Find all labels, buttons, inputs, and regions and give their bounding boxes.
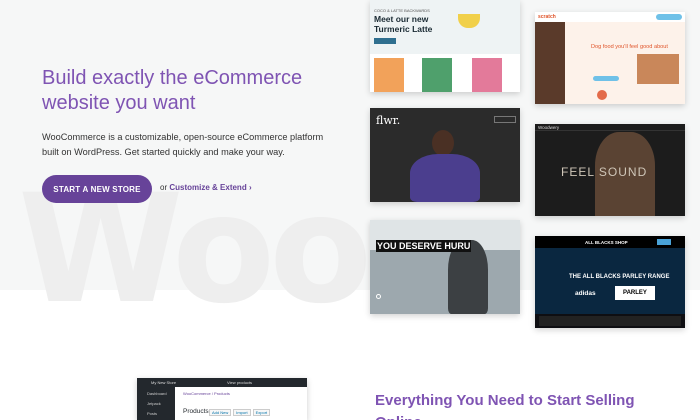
scratch-nav-button — [656, 14, 682, 20]
product-pack — [422, 58, 452, 92]
scratch-logo: scratch — [538, 14, 556, 20]
admin-export-button: Export — [252, 409, 271, 416]
latte-product-row — [370, 54, 520, 92]
latte-cup-image — [458, 14, 480, 28]
admin-menu-item: Jetpack — [147, 401, 161, 406]
hero-title: Build exactly the eCommerce website you … — [42, 67, 303, 114]
huru-headline: YOU DESERVE HURU — [376, 240, 472, 252]
flwr-menu — [494, 116, 516, 123]
ab-range-title: THE ALL BLACKS PARLEY RANGE — [569, 274, 670, 280]
scratch-cta — [593, 76, 619, 81]
admin-add-new-button: Add New — [209, 409, 232, 416]
customize-extend-label: Customize & Extend — [169, 183, 247, 192]
ab-shop-title: ALL BLACKS SHOP — [585, 240, 628, 245]
feel-sound-headline: FEEL SOUND — [561, 165, 648, 179]
showcase-huru-store[interactable]: YOU DESERVE HURU — [370, 220, 520, 314]
admin-menu-item: Posts — [147, 411, 158, 416]
huru-logo-icon — [376, 294, 381, 299]
features-section-title: Everything You Need to Start Selling Onl… — [375, 392, 635, 420]
ab-nav: ALL BLACKS SHOP — [535, 236, 685, 248]
admin-products-heading: Products — [183, 408, 209, 415]
fs-nav: Woodwery — [535, 124, 685, 131]
fs-logo: Woodwery — [538, 125, 560, 130]
admin-menu-item: Dashboard — [147, 391, 167, 396]
admin-view-products: View products — [227, 380, 253, 385]
latte-headline: Meet our new Turmeric Latte — [374, 14, 433, 34]
showcase-latte-store[interactable]: COCO & LATTE BACKWARDS Meet our new Turm… — [370, 0, 520, 92]
admin-breadcrumb: WooCommerce / Products — [183, 391, 230, 396]
admin-action-buttons: Add New Import Export — [209, 409, 271, 416]
adidas-logo: adidas — [575, 290, 596, 297]
product-pack — [472, 58, 502, 92]
showcase-flowers-store[interactable]: flwr. — [370, 108, 520, 202]
product-pack — [374, 58, 404, 92]
dog-image — [535, 22, 565, 104]
flwr-logo: flwr. — [376, 114, 401, 127]
admin-dashboard-preview: My New Store View products Dashboard Jet… — [137, 378, 307, 420]
admin-bar: My New Store View products — [137, 378, 307, 387]
admin-site-name: My New Store — [151, 380, 177, 385]
ab-thumbnail-strip — [539, 316, 681, 326]
bouquet-image — [410, 154, 480, 202]
ab-banner: THE ALL BLACKS PARLEY RANGE adidas PARLE… — [535, 248, 685, 314]
latte-small-text: COCO & LATTE BACKWARDS — [374, 8, 430, 13]
scratch-badge — [597, 90, 607, 100]
chevron-right-icon: › — [248, 183, 252, 192]
food-box-image — [637, 54, 679, 84]
admin-sidebar: Dashboard Jetpack Posts — [137, 387, 175, 420]
secondary-cta: or Customize & Extend › — [160, 183, 252, 192]
person-image — [432, 130, 454, 156]
admin-import-button: Import — [233, 409, 251, 416]
latte-shop-button — [374, 38, 396, 44]
showcase-feel-sound-store[interactable]: Woodwery FEEL SOUND — [535, 124, 685, 216]
customize-extend-link[interactable]: Customize & Extend › — [169, 183, 251, 192]
start-new-store-button[interactable]: START A NEW STORE — [42, 175, 152, 203]
or-text: or — [160, 183, 168, 192]
showcase-scratch-store[interactable]: scratch Dog food you'll feel good about — [535, 12, 685, 104]
hero-description: WooCommerce is a customizable, open-sour… — [42, 132, 324, 157]
scratch-nav: scratch — [535, 12, 685, 22]
ab-nav-button — [657, 239, 671, 245]
scratch-headline: Dog food you'll feel good about — [591, 44, 668, 50]
parley-logo: PARLEY — [615, 286, 655, 300]
showcase-all-blacks-store[interactable]: ALL BLACKS SHOP THE ALL BLACKS PARLEY RA… — [535, 236, 685, 328]
